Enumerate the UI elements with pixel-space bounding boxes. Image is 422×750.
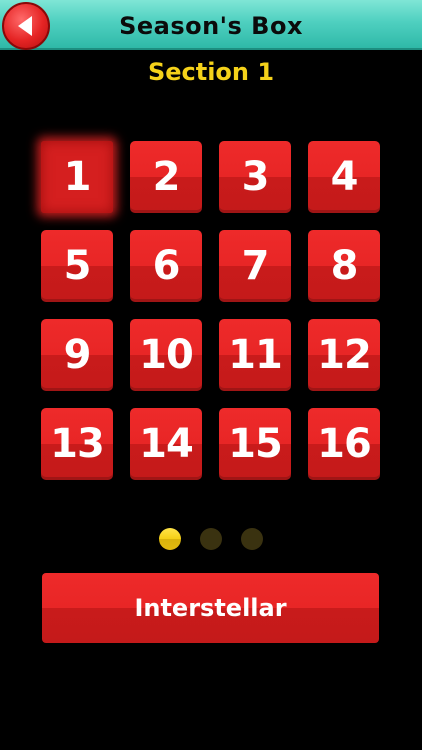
level-number: 1: [63, 154, 92, 200]
level-number: 2: [152, 154, 181, 200]
level-tile-11[interactable]: 11: [219, 319, 291, 391]
header-bar: Season's Box: [0, 0, 422, 50]
level-number: 16: [317, 421, 372, 467]
level-number: 3: [241, 154, 270, 200]
page-dot-3[interactable]: [241, 528, 263, 550]
level-tile-5[interactable]: 5: [41, 230, 113, 302]
level-tile-4[interactable]: 4: [308, 141, 380, 213]
page-dot-2[interactable]: [200, 528, 222, 550]
interstellar-button-label: Interstellar: [134, 594, 287, 622]
level-number: 15: [228, 421, 283, 467]
level-tile-3[interactable]: 3: [219, 141, 291, 213]
level-tile-8[interactable]: 8: [308, 230, 380, 302]
section-title: Section 1: [147, 58, 275, 86]
back-arrow-icon: [18, 16, 32, 36]
page-title: Season's Box: [119, 12, 303, 40]
level-number: 11: [228, 332, 283, 378]
level-tile-6[interactable]: 6: [130, 230, 202, 302]
level-number: 14: [139, 421, 194, 467]
level-tile-12[interactable]: 12: [308, 319, 380, 391]
interstellar-button[interactable]: Interstellar: [42, 573, 379, 643]
back-button[interactable]: [2, 2, 50, 50]
level-number: 12: [317, 332, 372, 378]
level-number: 8: [330, 243, 359, 289]
level-tile-9[interactable]: 9: [41, 319, 113, 391]
level-tile-16[interactable]: 16: [308, 408, 380, 480]
level-number: 6: [152, 243, 181, 289]
level-number: 13: [50, 421, 105, 467]
level-number: 5: [63, 243, 92, 289]
level-number: 10: [139, 332, 194, 378]
level-tile-14[interactable]: 14: [130, 408, 202, 480]
level-number: 9: [63, 332, 92, 378]
level-tile-2[interactable]: 2: [130, 141, 202, 213]
level-number: 4: [330, 154, 359, 200]
level-tile-13[interactable]: 13: [41, 408, 113, 480]
page-dot-1[interactable]: [159, 528, 181, 550]
level-tile-7[interactable]: 7: [219, 230, 291, 302]
level-tile-15[interactable]: 15: [219, 408, 291, 480]
level-tile-1[interactable]: 1: [41, 141, 113, 213]
level-number: 7: [241, 243, 270, 289]
level-tile-10[interactable]: 10: [130, 319, 202, 391]
